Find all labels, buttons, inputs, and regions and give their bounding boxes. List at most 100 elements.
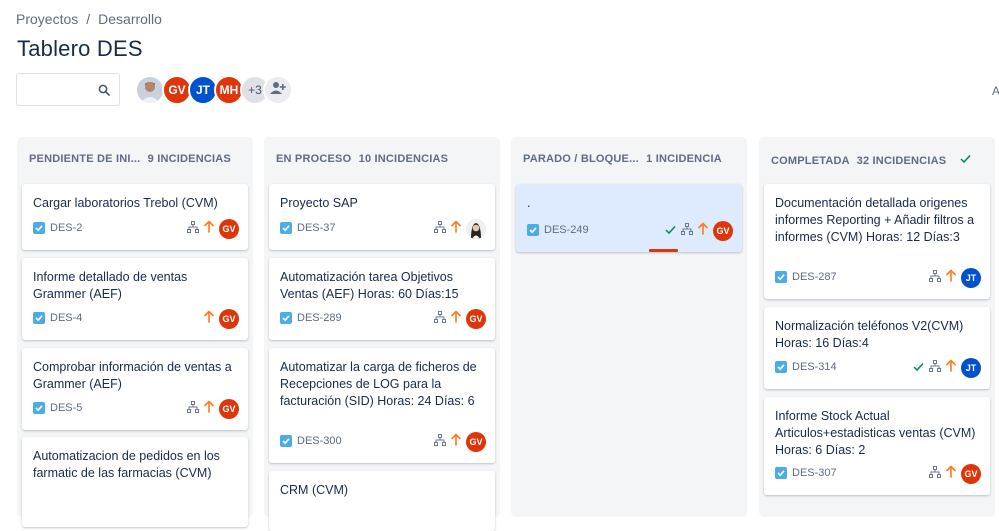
assignee-avatar[interactable]: GV bbox=[713, 221, 733, 241]
priority-high-icon bbox=[204, 400, 214, 418]
issue-key[interactable]: DES-287 bbox=[792, 271, 837, 283]
card-title: Comprobar información de ventas a Gramme… bbox=[33, 360, 232, 391]
column-count: 1 INCIDENCIA bbox=[646, 153, 722, 165]
issue-key[interactable]: DES-4 bbox=[50, 312, 82, 324]
card-title: CRM (CVM) bbox=[280, 483, 349, 497]
card-footer: DES-5 GV bbox=[33, 398, 239, 420]
subtasks-icon bbox=[434, 310, 446, 328]
card-title: Cargar laboratorios Trebol (CVM) bbox=[33, 196, 218, 210]
task-type-icon bbox=[527, 224, 539, 236]
assignee-avatar[interactable]: JT bbox=[961, 268, 981, 288]
priority-high-icon bbox=[451, 220, 461, 238]
column-en-proceso: EN PROCESO 10 INCIDENCIAS Proyecto SAP D… bbox=[264, 137, 500, 531]
assignee-avatar-photo[interactable] bbox=[466, 219, 486, 239]
issue-key[interactable]: DES-314 bbox=[792, 361, 837, 373]
issue-key[interactable]: DES-2 bbox=[50, 222, 82, 234]
issue-key[interactable]: DES-307 bbox=[792, 467, 837, 479]
assignee-avatar[interactable]: GV bbox=[219, 219, 239, 239]
breadcrumb-item-desarrollo[interactable]: Desarrollo bbox=[98, 11, 162, 27]
issue-card[interactable]: CRM (CVM) bbox=[269, 471, 495, 531]
assignee-avatar[interactable]: GV bbox=[219, 399, 239, 419]
task-type-icon bbox=[775, 271, 787, 283]
column-parado-bloqueado: PARADO / BLOQUE... 1 INCIDENCIA . DES-24… bbox=[511, 137, 747, 517]
task-type-icon bbox=[280, 312, 292, 324]
page-title: Tablero DES bbox=[17, 36, 143, 61]
task-type-icon bbox=[33, 222, 45, 234]
issue-card[interactable]: Informe detallado de ventas Grammer (AEF… bbox=[22, 258, 248, 340]
subtasks-icon bbox=[434, 433, 446, 451]
card-title: Informe detallado de ventas Grammer (AEF… bbox=[33, 270, 188, 301]
subtasks-icon bbox=[681, 222, 693, 240]
column-count: 10 INCIDENCIAS bbox=[358, 153, 449, 165]
add-person-icon bbox=[270, 81, 286, 100]
subtasks-icon bbox=[187, 220, 199, 238]
task-type-icon bbox=[33, 402, 45, 414]
progress-indicator bbox=[649, 249, 678, 252]
issue-card[interactable]: Automatización tarea Objetivos Ventas (A… bbox=[269, 258, 495, 340]
column-count: 9 INCIDENCIAS bbox=[147, 153, 231, 165]
issue-card-selected[interactable]: . DES-249 GV bbox=[516, 184, 742, 252]
search-input[interactable] bbox=[16, 73, 120, 106]
issue-key[interactable]: DES-5 bbox=[50, 402, 82, 414]
issue-card[interactable]: Proyecto SAP DES-37 bbox=[269, 184, 495, 250]
card-title: Normalización teléfonos V2(CVM) Horas: 1… bbox=[775, 319, 964, 350]
column-completada: COMPLETADA 32 INCIDENCIAS Documentación … bbox=[759, 137, 995, 517]
column-pendiente: PENDIENTE DE INI... 9 INCIDENCIAS Cargar… bbox=[17, 137, 253, 527]
priority-high-icon bbox=[204, 220, 214, 238]
priority-high-icon bbox=[451, 433, 461, 451]
task-type-icon bbox=[280, 435, 292, 447]
issue-card[interactable]: Cargar laboratorios Trebol (CVM) DES-2 G… bbox=[22, 184, 248, 250]
card-title: Proyecto SAP bbox=[280, 196, 358, 210]
issue-key[interactable]: DES-289 bbox=[297, 312, 342, 324]
column-title: EN PROCESO bbox=[276, 153, 352, 165]
done-check-icon bbox=[913, 359, 924, 377]
priority-high-icon bbox=[946, 465, 956, 483]
assignee-avatar[interactable]: GV bbox=[961, 464, 981, 484]
truncated-header-text: A bbox=[992, 84, 999, 98]
done-check-icon bbox=[665, 222, 676, 240]
assignee-avatar[interactable]: GV bbox=[466, 309, 486, 329]
search-icon bbox=[98, 83, 110, 101]
column-count: 32 INCIDENCIAS bbox=[856, 155, 947, 167]
task-type-icon bbox=[280, 222, 292, 234]
subtasks-icon bbox=[929, 359, 941, 377]
subtasks-icon bbox=[434, 220, 446, 238]
assignee-avatar[interactable]: JT bbox=[961, 358, 981, 378]
issue-card[interactable]: Automatizar la carga de ficheros de Rece… bbox=[269, 348, 495, 463]
issue-key[interactable]: DES-300 bbox=[297, 435, 342, 447]
subtasks-icon bbox=[187, 400, 199, 418]
issue-card[interactable]: Normalización teléfonos V2(CVM) Horas: 1… bbox=[764, 307, 990, 389]
issue-card[interactable]: Informe Stock Actual Articulos+estadisti… bbox=[764, 397, 990, 495]
avatar-photo[interactable] bbox=[135, 75, 165, 105]
issue-card[interactable]: Documentación detallada origenes informe… bbox=[764, 184, 990, 299]
subtasks-icon bbox=[929, 269, 941, 287]
card-footer: DES-249 GV bbox=[527, 220, 733, 242]
card-footer: DES-4 GV bbox=[33, 308, 239, 330]
card-title: . bbox=[527, 196, 531, 210]
card-footer: DES-37 bbox=[280, 218, 486, 240]
card-title: Automatizacion de pedidos en los farmati… bbox=[33, 449, 220, 480]
assignee-avatar[interactable]: GV bbox=[219, 309, 239, 329]
card-footer: DES-314 JT bbox=[775, 357, 981, 379]
card-footer: DES-2 GV bbox=[33, 218, 239, 240]
column-title: PARADO / BLOQUE... bbox=[523, 153, 639, 165]
card-title: Automatización tarea Objetivos Ventas (A… bbox=[280, 270, 459, 301]
task-type-icon bbox=[775, 361, 787, 373]
priority-high-icon bbox=[946, 359, 956, 377]
issue-key[interactable]: DES-249 bbox=[544, 224, 589, 236]
card-title: Documentación detallada origenes informe… bbox=[775, 196, 975, 244]
column-header: PARADO / BLOQUE... 1 INCIDENCIA bbox=[523, 153, 722, 165]
column-done-check-icon bbox=[960, 153, 971, 167]
priority-high-icon bbox=[698, 222, 708, 240]
assignee-avatar[interactable]: GV bbox=[466, 432, 486, 452]
add-people-button[interactable] bbox=[263, 75, 293, 105]
subtasks-icon bbox=[929, 465, 941, 483]
issue-key[interactable]: DES-37 bbox=[297, 222, 336, 234]
breadcrumb-separator: / bbox=[86, 11, 91, 27]
breadcrumb-item-proyectos[interactable]: Proyectos bbox=[16, 11, 78, 27]
card-footer: DES-300 GV bbox=[280, 431, 486, 453]
breadcrumb: Proyectos / Desarrollo bbox=[16, 11, 162, 27]
issue-card[interactable]: Comprobar información de ventas a Gramme… bbox=[22, 348, 248, 430]
issue-card[interactable]: Automatizacion de pedidos en los farmati… bbox=[22, 437, 248, 527]
task-type-icon bbox=[33, 312, 45, 324]
